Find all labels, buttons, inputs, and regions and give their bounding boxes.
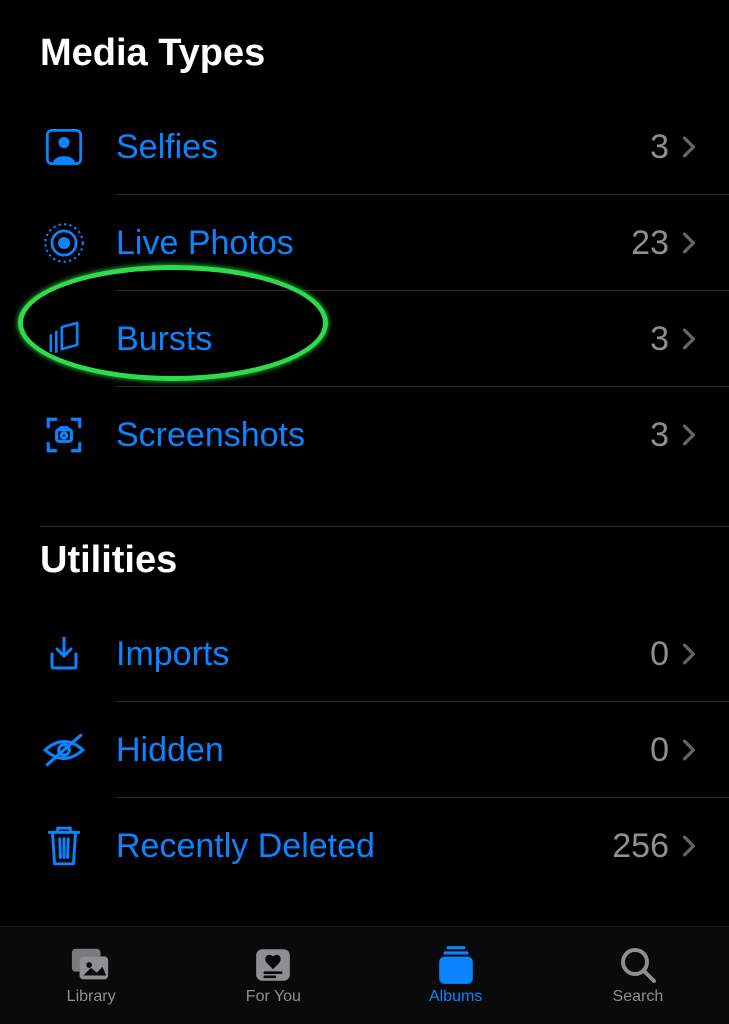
tab-label: Search: [613, 988, 664, 1006]
content-scroll: Media Types Selfies 3: [0, 0, 729, 894]
row-imports[interactable]: Imports 0: [40, 606, 729, 702]
row-recently-deleted[interactable]: Recently Deleted 256: [40, 798, 729, 894]
row-label: Recently Deleted: [88, 827, 612, 866]
screenshots-icon: [40, 411, 88, 459]
row-count: 0: [650, 731, 675, 770]
tab-label: For You: [246, 988, 301, 1006]
row-label: Bursts: [88, 320, 650, 359]
chevron-right-icon: [675, 229, 703, 257]
row-label: Imports: [88, 635, 650, 674]
row-label: Hidden: [88, 731, 650, 770]
row-label: Selfies: [88, 128, 650, 167]
search-icon: [617, 946, 659, 984]
trash-icon: [40, 822, 88, 870]
utilities-list: Imports 0 Hidden 0: [0, 606, 729, 894]
row-count: 3: [650, 416, 675, 455]
section-gap: [40, 483, 729, 527]
albums-icon: [435, 946, 477, 984]
row-count: 0: [650, 635, 675, 674]
tab-for-you[interactable]: For You: [182, 927, 364, 1024]
row-count: 256: [612, 827, 675, 866]
row-label: Live Photos: [88, 224, 631, 263]
row-screenshots[interactable]: Screenshots 3: [40, 387, 729, 483]
row-hidden[interactable]: Hidden 0: [40, 702, 729, 798]
tab-bar: Library For You Albums: [0, 926, 729, 1024]
tab-albums[interactable]: Albums: [365, 927, 547, 1024]
tab-label: Library: [67, 988, 116, 1006]
row-count: 3: [650, 320, 675, 359]
chevron-right-icon: [675, 832, 703, 860]
row-count: 3: [650, 128, 675, 167]
imports-icon: [40, 630, 88, 678]
media-types-list: Selfies 3 Live Photos 23: [0, 99, 729, 483]
section-header-utilities: Utilities: [0, 527, 729, 606]
row-live-photos[interactable]: Live Photos 23: [40, 195, 729, 291]
for-you-icon: [252, 946, 294, 984]
row-count: 23: [631, 224, 675, 263]
tab-library[interactable]: Library: [0, 927, 182, 1024]
chevron-right-icon: [675, 421, 703, 449]
tab-search[interactable]: Search: [547, 927, 729, 1024]
hidden-icon: [40, 726, 88, 774]
chevron-right-icon: [675, 736, 703, 764]
chevron-right-icon: [675, 133, 703, 161]
chevron-right-icon: [675, 640, 703, 668]
bursts-icon: [40, 315, 88, 363]
chevron-right-icon: [675, 325, 703, 353]
selfies-icon: [40, 123, 88, 171]
row-bursts[interactable]: Bursts 3: [40, 291, 729, 387]
row-label: Screenshots: [88, 416, 650, 455]
row-selfies[interactable]: Selfies 3: [40, 99, 729, 195]
live-photos-icon: [40, 219, 88, 267]
tab-label: Albums: [429, 988, 482, 1006]
library-icon: [70, 946, 112, 984]
section-header-media-types: Media Types: [0, 20, 729, 99]
